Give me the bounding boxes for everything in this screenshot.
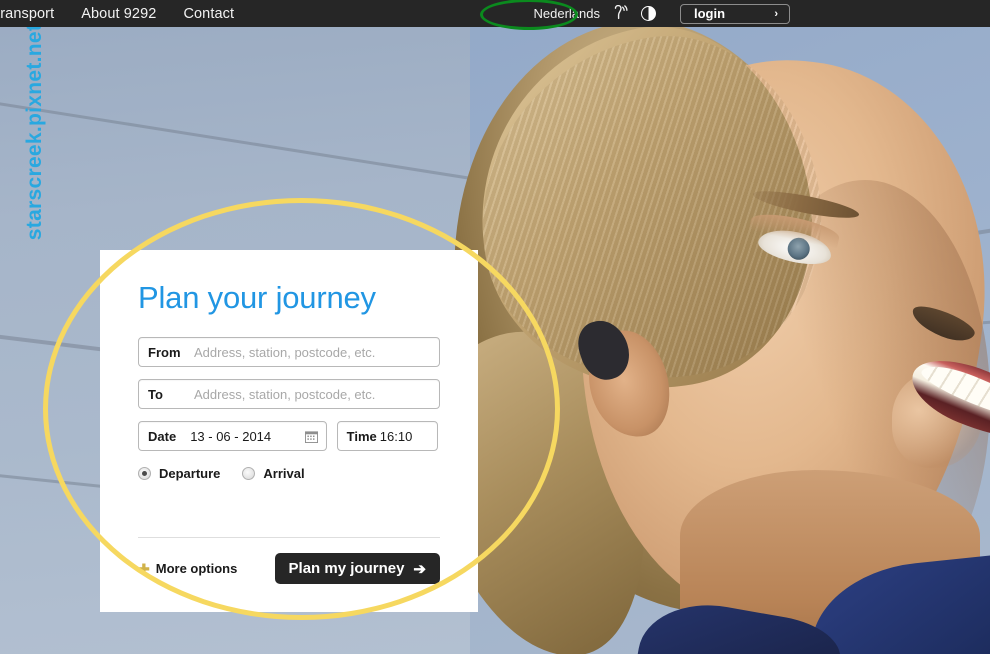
date-value: 13 - 06 - 2014 (190, 428, 272, 444)
site-watermark: starscreek.pixnet.net (23, 23, 46, 241)
radio-arrival-label[interactable]: Arrival (263, 466, 304, 481)
contrast-circle-glyph (640, 6, 656, 21)
top-navigation-bar: lic transport About 9292 Contact Nederla… (0, 0, 990, 27)
departure-arrival-radio-group: Departure Arrival (138, 466, 438, 481)
language-switch-nederlands[interactable]: Nederlands (528, 6, 607, 21)
more-options-toggle[interactable]: ✚ More options (138, 561, 237, 576)
radio-departure[interactable] (138, 467, 151, 480)
plan-my-journey-label: Plan my journey (288, 560, 405, 577)
radio-arrival[interactable] (242, 467, 256, 480)
date-label: Date (148, 428, 177, 444)
radio-departure-label[interactable]: Departure (159, 466, 220, 481)
to-placeholder: Address, station, postcode, etc. (194, 386, 376, 402)
arrow-right-icon: ➔ (413, 560, 426, 578)
time-label: Time (346, 428, 377, 444)
from-field[interactable]: From Address, station, postcode, etc. (138, 337, 440, 367)
ear-listen-icon[interactable] (606, 3, 634, 25)
from-label: From (148, 344, 181, 360)
chevron-right-icon: › (774, 7, 778, 20)
to-field[interactable]: To Address, station, postcode, etc. (138, 379, 440, 409)
login-button-label: login (694, 6, 726, 21)
page-title: Plan your journey (138, 280, 376, 315)
nav-item-about-9292[interactable]: About 9292 (81, 6, 156, 22)
form-footer-row: ✚ More options Plan my journey ➔ (138, 553, 440, 584)
page-root: starscreek.pixnet.net lic transport Abou… (0, 0, 990, 654)
form-divider (138, 537, 440, 538)
from-placeholder: Address, station, postcode, etc. (194, 344, 376, 360)
nav-right-group: Nederlands login › (528, 3, 790, 25)
nav-item-public-transport[interactable]: lic transport (0, 6, 54, 22)
login-button[interactable]: login › (680, 3, 790, 24)
to-label: To (148, 386, 163, 402)
journey-planner-panel: Plan your journey From Address, station,… (100, 250, 478, 612)
plus-icon: ✚ (138, 560, 150, 577)
more-options-label: More options (155, 561, 238, 576)
plan-my-journey-button[interactable]: Plan my journey ➔ (274, 553, 440, 584)
time-value: 16:10 (379, 428, 413, 444)
nav-item-contact[interactable]: Contact (183, 6, 234, 22)
contrast-icon[interactable] (634, 3, 662, 25)
nav-left-group: lic transport About 9292 Contact (0, 6, 234, 22)
date-time-row: Date 13 - 06 - 2014 Time 16:10 (138, 421, 438, 451)
date-field[interactable]: Date 13 - 06 - 2014 (138, 421, 327, 451)
woman-portrait (402, 0, 990, 654)
calendar-icon[interactable] (304, 430, 318, 443)
time-field[interactable]: Time 16:10 (336, 421, 438, 451)
